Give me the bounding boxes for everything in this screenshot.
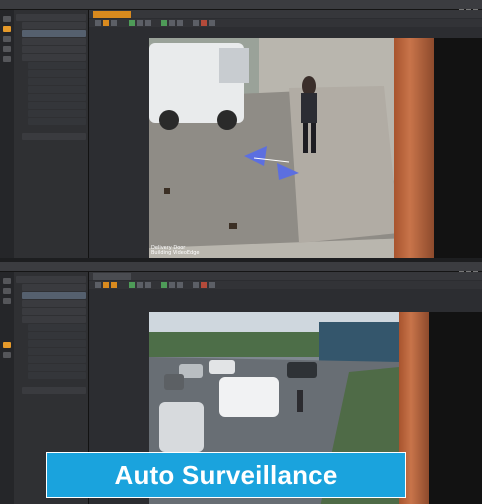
layout-icon[interactable] bbox=[111, 20, 117, 26]
tree-item[interactable] bbox=[16, 276, 86, 283]
title-bar bbox=[0, 262, 482, 276]
tab-live-view[interactable] bbox=[93, 11, 131, 18]
tool-icon[interactable] bbox=[161, 20, 167, 26]
record-icon[interactable] bbox=[145, 282, 151, 288]
tree-item[interactable] bbox=[22, 284, 86, 291]
window-controls[interactable] bbox=[457, 1, 479, 14]
tree-item[interactable] bbox=[28, 372, 86, 379]
camera-overlay-text: Delivery Door Building VideoEdge bbox=[151, 245, 200, 256]
tree-item[interactable] bbox=[28, 86, 86, 93]
play-icon[interactable] bbox=[129, 282, 135, 288]
tab-bar bbox=[89, 10, 482, 18]
tool-icon[interactable] bbox=[169, 20, 175, 26]
device-tree-panel bbox=[0, 10, 89, 258]
tool-icon[interactable] bbox=[177, 282, 183, 288]
devices-icon[interactable] bbox=[3, 16, 11, 22]
tool-icon[interactable] bbox=[169, 282, 175, 288]
layout-icon[interactable] bbox=[95, 282, 101, 288]
tree-item[interactable] bbox=[28, 332, 86, 339]
tab-live-view[interactable] bbox=[93, 273, 131, 280]
tree-item[interactable] bbox=[22, 308, 86, 315]
alarm-icon[interactable] bbox=[201, 282, 207, 288]
view-toolbar bbox=[89, 281, 482, 289]
layout-icon[interactable] bbox=[111, 282, 117, 288]
letterbox bbox=[434, 38, 482, 258]
client-window-top: Delivery Door Building VideoEdge bbox=[0, 0, 482, 258]
tree-item[interactable] bbox=[22, 300, 86, 307]
tree-item[interactable] bbox=[16, 14, 86, 21]
tool-icon[interactable] bbox=[177, 20, 183, 26]
layout-icon[interactable] bbox=[95, 20, 101, 26]
tree-item[interactable] bbox=[22, 133, 86, 140]
tool-icon[interactable] bbox=[193, 282, 199, 288]
tree-item[interactable] bbox=[28, 118, 86, 125]
snapshot-icon[interactable] bbox=[137, 20, 143, 26]
layout-icon[interactable] bbox=[103, 20, 109, 26]
tool-icon[interactable] bbox=[193, 20, 199, 26]
tree-item[interactable] bbox=[28, 78, 86, 85]
views-icon[interactable] bbox=[3, 298, 11, 304]
settings-icon[interactable] bbox=[3, 352, 11, 358]
banner-title: Auto Surveillance bbox=[114, 459, 338, 490]
tool-icon[interactable] bbox=[209, 20, 215, 26]
views-icon[interactable] bbox=[3, 36, 11, 42]
tree-item[interactable] bbox=[28, 62, 86, 69]
events-icon[interactable] bbox=[3, 342, 11, 348]
tree-item[interactable] bbox=[28, 110, 86, 117]
tree-item[interactable] bbox=[28, 102, 86, 109]
tree-item[interactable] bbox=[28, 340, 86, 347]
tree-item[interactable] bbox=[28, 70, 86, 77]
view-toolbar bbox=[89, 19, 482, 27]
video-workspace: Delivery Door Building VideoEdge bbox=[89, 10, 482, 258]
cameras-icon[interactable] bbox=[3, 288, 11, 294]
camera-tree bbox=[16, 14, 86, 141]
layout-icon[interactable] bbox=[103, 282, 109, 288]
tree-item[interactable] bbox=[28, 324, 86, 331]
events-icon[interactable] bbox=[3, 46, 11, 52]
tab-bar bbox=[89, 272, 482, 280]
tree-item[interactable] bbox=[22, 38, 86, 45]
snapshot-icon[interactable] bbox=[137, 282, 143, 288]
tree-item[interactable] bbox=[22, 316, 86, 323]
window-controls[interactable] bbox=[457, 263, 479, 276]
settings-icon[interactable] bbox=[3, 56, 11, 62]
brick-wall bbox=[394, 38, 434, 258]
devices-icon[interactable] bbox=[3, 278, 11, 284]
title-bar bbox=[0, 0, 482, 14]
tree-item[interactable] bbox=[22, 46, 86, 53]
play-icon[interactable] bbox=[129, 20, 135, 26]
cameras-icon[interactable] bbox=[3, 26, 11, 32]
tree-item[interactable] bbox=[28, 94, 86, 101]
record-icon[interactable] bbox=[145, 20, 151, 26]
tree-item[interactable] bbox=[28, 356, 86, 363]
title-banner: Auto Surveillance bbox=[46, 452, 406, 498]
alarm-icon[interactable] bbox=[201, 20, 207, 26]
tree-item-selected[interactable] bbox=[22, 30, 86, 37]
tool-icon[interactable] bbox=[161, 282, 167, 288]
tree-item[interactable] bbox=[22, 54, 86, 61]
tool-icon[interactable] bbox=[209, 282, 215, 288]
tree-item[interactable] bbox=[22, 387, 86, 394]
tree-item[interactable] bbox=[22, 22, 86, 29]
tree-item[interactable] bbox=[28, 364, 86, 371]
side-icon-strip bbox=[0, 10, 14, 258]
tree-item[interactable] bbox=[28, 348, 86, 355]
letterbox bbox=[429, 312, 482, 504]
camera-tree bbox=[16, 276, 86, 395]
side-icon-strip bbox=[0, 272, 14, 504]
camera-feed-delivery-door[interactable]: Delivery Door Building VideoEdge bbox=[149, 38, 482, 258]
tree-item-selected[interactable] bbox=[22, 292, 86, 299]
